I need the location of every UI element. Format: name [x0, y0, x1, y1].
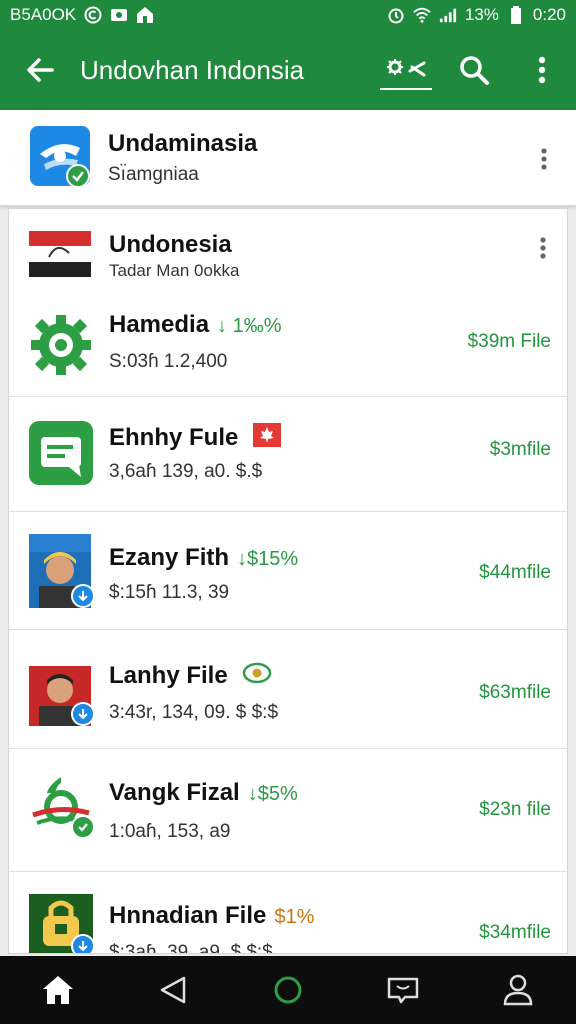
search-icon [460, 56, 489, 85]
item-amount: $63mfile [479, 682, 551, 703]
group-menu-button[interactable] [539, 237, 549, 264]
group-subtitle: Tadar Man 0okka [109, 261, 240, 280]
arrow-back-icon [27, 58, 54, 82]
download-badge-icon [71, 702, 95, 726]
nav-home-circle-button[interactable] [258, 960, 318, 1020]
search-button[interactable] [440, 30, 508, 110]
item-name: Ezany Fith ↓$15% [109, 544, 299, 571]
item-delta: ↓ 1‰% [217, 315, 282, 337]
item-amount: $39m File [467, 331, 551, 352]
item-amount: $34mfile [479, 922, 551, 943]
list-item[interactable]: Lanhy File 3:43r, 134, 09. $ $:$ $63mfil… [9, 630, 567, 748]
chat-bubble-icon [29, 421, 93, 485]
tools-button[interactable] [372, 30, 440, 110]
nav-home-button[interactable] [28, 960, 88, 1020]
item-delta: ↓$15% [237, 548, 299, 570]
item-subtitle: 1:0aɦ, 153, a9 [109, 821, 231, 842]
item-name: Hnnadian File $1% [109, 902, 315, 929]
alarm-icon [387, 6, 405, 24]
nav-messages-button[interactable] [373, 960, 433, 1020]
status-bar: B5A0OK 13% 0:20 [0, 0, 576, 30]
featured-item-card[interactable]: Undaminasia Sı̈amgniaa [0, 110, 576, 206]
group-header[interactable]: Undonesia Tadar Man 0okka [9, 209, 567, 295]
image-icon [110, 6, 128, 24]
item-delta: $1% [274, 906, 315, 928]
item-amount: $23n file [479, 799, 551, 820]
featured-item-name: Undaminasia [108, 130, 258, 157]
indonesia-flag-icon [29, 231, 91, 277]
nav-back-button[interactable] [143, 960, 203, 1020]
app-logo-icon [30, 126, 90, 188]
maple-leaf-icon [253, 423, 282, 454]
download-badge-icon [71, 584, 95, 608]
page-title: Undovhan Indonsia [80, 54, 305, 85]
tools-icon [387, 59, 426, 77]
group-name: Undonesia [109, 231, 232, 258]
item-subtitle: $:3aɦ. 39, a9. $ $:$ [109, 942, 273, 954]
files-list-card: Undonesia Tadar Man 0okka Hamedia ↓ 1‰% S… [8, 208, 568, 954]
copyright-icon [84, 6, 102, 24]
verified-check-icon [66, 164, 90, 188]
home-status-icon [136, 6, 154, 24]
item-subtitle: S:03ɦ 1.2,400 [109, 351, 228, 372]
item-amount: $3mfile [489, 439, 551, 460]
item-name: Vangk Fizal ↓$5% [109, 779, 298, 806]
settings-gear-icon [29, 313, 93, 377]
more-vert-icon [541, 148, 547, 170]
featured-item-menu-button[interactable] [540, 148, 550, 175]
wifi-icon [413, 6, 431, 24]
leaf-logo-icon [29, 775, 95, 839]
list-item[interactable]: Ezany Fith ↓$15% $:15ɦ 11.3, 39 $44mfile [9, 512, 567, 630]
signal-icon [439, 6, 457, 24]
featured-item-subtitle: Sı̈amgniaa [108, 164, 199, 185]
list-item[interactable]: Hamedia ↓ 1‰% S:03ɦ 1.2,400 $39m File [9, 295, 567, 397]
profile-icon [504, 974, 533, 1006]
clock-time: 0:20 [532, 5, 566, 24]
more-vert-icon [538, 56, 546, 84]
back-button[interactable] [0, 30, 80, 110]
triangle-back-icon [160, 976, 186, 1004]
list-item[interactable]: Vangk Fizal ↓$5% 1:0aɦ, 153, a9 $23n file [9, 749, 567, 871]
home-icon [42, 976, 73, 1004]
item-subtitle: $:15ɦ 11.3, 39 [109, 582, 230, 603]
app-bar: Undovhan Indonsia [0, 30, 576, 110]
more-options-button[interactable] [508, 30, 576, 110]
circle-home-icon [274, 976, 302, 1004]
messages-icon [387, 977, 419, 1004]
nav-profile-button[interactable] [488, 960, 548, 1020]
avatar [29, 652, 95, 726]
list-item[interactable]: Ehnhy Fule 3,6aɦ 139, a0. $.$ $3mfile [9, 397, 567, 511]
item-name: Hamedia ↓ 1‰% [109, 311, 282, 338]
battery-percent: 13% [464, 5, 499, 24]
eye-icon [242, 662, 272, 691]
status-left-text: B5A0OK [10, 5, 77, 24]
item-amount: $44mfile [479, 562, 551, 583]
item-name: Lanhy File [109, 662, 272, 691]
list-item[interactable]: Hnnadian File $1% $:3aɦ. 39, a9. $ $:$ $3… [9, 872, 567, 954]
verified-check-icon [71, 815, 95, 839]
avatar [29, 534, 95, 608]
item-delta: ↓$5% [247, 783, 298, 805]
battery-icon [507, 6, 525, 24]
bottom-navigation [0, 956, 576, 1024]
lock-app-icon [29, 894, 95, 953]
more-vert-icon [540, 237, 546, 259]
item-subtitle: 3,6aɦ 139, a0. $.$ [109, 461, 263, 482]
item-name: Ehnhy Fule [109, 423, 282, 454]
item-subtitle: 3:43r, 134, 09. $ $:$ [109, 702, 279, 723]
download-badge-icon [71, 934, 95, 953]
